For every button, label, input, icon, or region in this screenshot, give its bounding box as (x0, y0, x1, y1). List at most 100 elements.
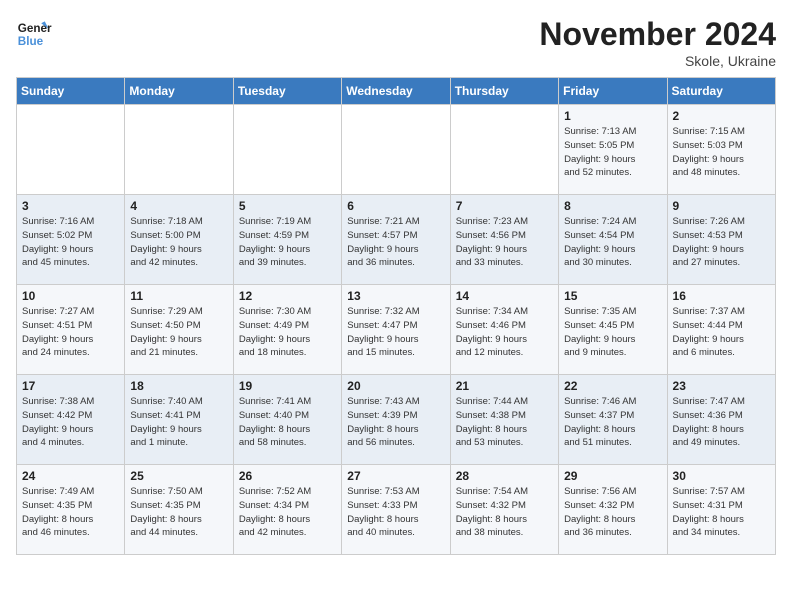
day-number: 30 (673, 469, 770, 483)
header-saturday: Saturday (667, 78, 775, 105)
day-number: 17 (22, 379, 119, 393)
day-number: 4 (130, 199, 227, 213)
day-info: Sunrise: 7:38 AM Sunset: 4:42 PM Dayligh… (22, 395, 119, 450)
table-cell: 28 Sunrise: 7:54 AM Sunset: 4:32 PM Dayli… (450, 465, 558, 555)
table-cell: 26Sunrise: 7:52 AM Sunset: 4:34 PM Dayli… (233, 465, 341, 555)
day-info: Sunrise: 7:19 AM Sunset: 4:59 PM Dayligh… (239, 215, 336, 270)
day-info: Sunrise: 7:32 AM Sunset: 4:47 PM Dayligh… (347, 305, 444, 360)
day-number: 6 (347, 199, 444, 213)
day-info: Sunrise: 7:18 AM Sunset: 5:00 PM Dayligh… (130, 215, 227, 270)
day-info: Sunrise: 7:40 AM Sunset: 4:41 PM Dayligh… (130, 395, 227, 450)
table-cell: 8 Sunrise: 7:24 AM Sunset: 4:54 PM Daylig… (559, 195, 667, 285)
calendar-table: Sunday Monday Tuesday Wednesday Thursday… (16, 77, 776, 555)
table-cell: 9 Sunrise: 7:26 AM Sunset: 4:53 PM Daylig… (667, 195, 775, 285)
day-number: 1 (564, 109, 661, 123)
day-info: Sunrise: 7:27 AM Sunset: 4:51 PM Dayligh… (22, 305, 119, 360)
day-number: 12 (239, 289, 336, 303)
table-cell: 18 Sunrise: 7:40 AM Sunset: 4:41 PM Dayli… (125, 375, 233, 465)
calendar-body: 1 Sunrise: 7:13 AM Sunset: 5:05 PM Daylig… (17, 105, 776, 555)
day-number: 18 (130, 379, 227, 393)
day-number: 3 (22, 199, 119, 213)
day-info: Sunrise: 7:30 AM Sunset: 4:49 PM Dayligh… (239, 305, 336, 360)
day-info: Sunrise: 7:50 AM Sunset: 4:35 PM Dayligh… (130, 485, 227, 540)
day-info: Sunrise: 7:49 AM Sunset: 4:35 PM Dayligh… (22, 485, 119, 540)
table-cell: 16 Sunrise: 7:37 AM Sunset: 4:44 PM Dayli… (667, 285, 775, 375)
table-cell: 21 Sunrise: 7:44 AM Sunset: 4:38 PM Dayli… (450, 375, 558, 465)
day-info: Sunrise: 7:53 AM Sunset: 4:33 PM Dayligh… (347, 485, 444, 540)
day-number: 15 (564, 289, 661, 303)
header-thursday: Thursday (450, 78, 558, 105)
table-cell: 30 Sunrise: 7:57 AM Sunset: 4:31 PM Dayli… (667, 465, 775, 555)
logo: General Blue (16, 16, 52, 52)
day-number: 8 (564, 199, 661, 213)
day-number: 14 (456, 289, 553, 303)
table-cell: 20 Sunrise: 7:43 AM Sunset: 4:39 PM Dayli… (342, 375, 450, 465)
day-info: Sunrise: 7:26 AM Sunset: 4:53 PM Dayligh… (673, 215, 770, 270)
day-number: 16 (673, 289, 770, 303)
day-info: Sunrise: 7:29 AM Sunset: 4:50 PM Dayligh… (130, 305, 227, 360)
day-number: 20 (347, 379, 444, 393)
header-tuesday: Tuesday (233, 78, 341, 105)
day-number: 23 (673, 379, 770, 393)
table-cell (125, 105, 233, 195)
table-cell: 11 Sunrise: 7:29 AM Sunset: 4:50 PM Dayli… (125, 285, 233, 375)
table-cell (450, 105, 558, 195)
day-number: 2 (673, 109, 770, 123)
day-info: Sunrise: 7:15 AM Sunset: 5:03 PM Dayligh… (673, 125, 770, 180)
logo-icon: General Blue (16, 16, 52, 52)
table-cell: 1 Sunrise: 7:13 AM Sunset: 5:05 PM Daylig… (559, 105, 667, 195)
day-info: Sunrise: 7:56 AM Sunset: 4:32 PM Dayligh… (564, 485, 661, 540)
header-monday: Monday (125, 78, 233, 105)
table-cell: 27 Sunrise: 7:53 AM Sunset: 4:33 PM Dayli… (342, 465, 450, 555)
day-number: 22 (564, 379, 661, 393)
location: Skole, Ukraine (539, 53, 776, 69)
day-info: Sunrise: 7:43 AM Sunset: 4:39 PM Dayligh… (347, 395, 444, 450)
day-number: 21 (456, 379, 553, 393)
day-info: Sunrise: 7:52 AM Sunset: 4:34 PM Dayligh… (239, 485, 336, 540)
day-number: 9 (673, 199, 770, 213)
day-number: 10 (22, 289, 119, 303)
table-cell: 2 Sunrise: 7:15 AM Sunset: 5:03 PM Daylig… (667, 105, 775, 195)
table-cell (17, 105, 125, 195)
table-cell (342, 105, 450, 195)
day-info: Sunrise: 7:34 AM Sunset: 4:46 PM Dayligh… (456, 305, 553, 360)
table-cell: 4 Sunrise: 7:18 AM Sunset: 5:00 PM Daylig… (125, 195, 233, 285)
table-cell: 24 Sunrise: 7:49 AM Sunset: 4:35 PM Dayli… (17, 465, 125, 555)
day-number: 19 (239, 379, 336, 393)
day-number: 7 (456, 199, 553, 213)
day-info: Sunrise: 7:44 AM Sunset: 4:38 PM Dayligh… (456, 395, 553, 450)
month-title: November 2024 (539, 16, 776, 53)
day-number: 5 (239, 199, 336, 213)
table-cell: 17 Sunrise: 7:38 AM Sunset: 4:42 PM Dayli… (17, 375, 125, 465)
header-sunday: Sunday (17, 78, 125, 105)
header-wednesday: Wednesday (342, 78, 450, 105)
day-info: Sunrise: 7:13 AM Sunset: 5:05 PM Dayligh… (564, 125, 661, 180)
table-cell: 23 Sunrise: 7:47 AM Sunset: 4:36 PM Dayli… (667, 375, 775, 465)
day-info: Sunrise: 7:47 AM Sunset: 4:36 PM Dayligh… (673, 395, 770, 450)
day-number: 27 (347, 469, 444, 483)
day-info: Sunrise: 7:37 AM Sunset: 4:44 PM Dayligh… (673, 305, 770, 360)
calendar-header: Sunday Monday Tuesday Wednesday Thursday… (17, 78, 776, 105)
table-cell: 6 Sunrise: 7:21 AM Sunset: 4:57 PM Daylig… (342, 195, 450, 285)
day-info: Sunrise: 7:35 AM Sunset: 4:45 PM Dayligh… (564, 305, 661, 360)
day-number: 13 (347, 289, 444, 303)
table-cell: 25 Sunrise: 7:50 AM Sunset: 4:35 PM Dayli… (125, 465, 233, 555)
table-cell: 29Sunrise: 7:56 AM Sunset: 4:32 PM Dayli… (559, 465, 667, 555)
day-number: 28 (456, 469, 553, 483)
table-cell: 15 Sunrise: 7:35 AM Sunset: 4:45 PM Dayli… (559, 285, 667, 375)
day-info: Sunrise: 7:54 AM Sunset: 4:32 PM Dayligh… (456, 485, 553, 540)
table-cell: 14 Sunrise: 7:34 AM Sunset: 4:46 PM Dayli… (450, 285, 558, 375)
day-number: 24 (22, 469, 119, 483)
day-number: 25 (130, 469, 227, 483)
svg-text:Blue: Blue (18, 35, 44, 48)
table-cell: 10 Sunrise: 7:27 AM Sunset: 4:51 PM Dayli… (17, 285, 125, 375)
day-info: Sunrise: 7:41 AM Sunset: 4:40 PM Dayligh… (239, 395, 336, 450)
header-friday: Friday (559, 78, 667, 105)
day-info: Sunrise: 7:57 AM Sunset: 4:31 PM Dayligh… (673, 485, 770, 540)
day-info: Sunrise: 7:24 AM Sunset: 4:54 PM Dayligh… (564, 215, 661, 270)
day-number: 11 (130, 289, 227, 303)
title-block: November 2024 Skole, Ukraine (539, 16, 776, 69)
day-info: Sunrise: 7:21 AM Sunset: 4:57 PM Dayligh… (347, 215, 444, 270)
svg-text:General: General (18, 22, 52, 35)
day-info: Sunrise: 7:16 AM Sunset: 5:02 PM Dayligh… (22, 215, 119, 270)
